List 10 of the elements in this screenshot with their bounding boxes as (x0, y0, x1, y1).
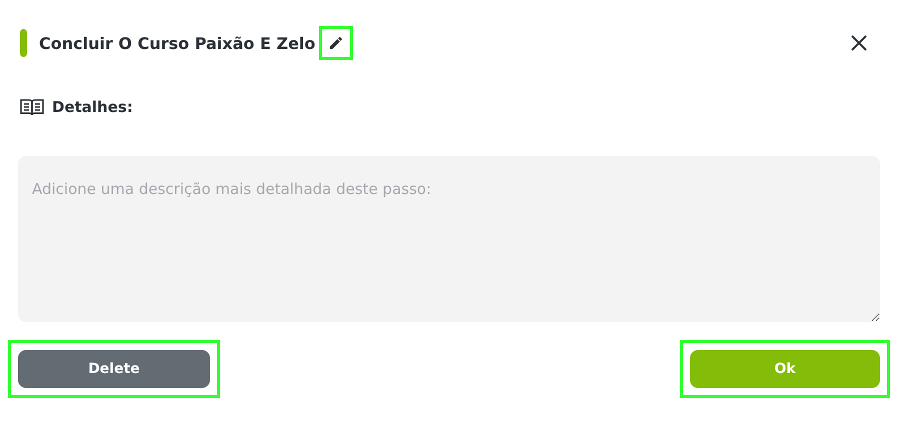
pencil-icon (328, 35, 344, 51)
delete-button[interactable]: Delete (18, 350, 210, 388)
close-icon (850, 34, 868, 52)
close-button[interactable] (850, 34, 868, 52)
details-label: Detalhes: (52, 98, 133, 116)
book-icon (20, 98, 44, 116)
description-field[interactable]: Adicione uma descrição mais detalhada deste passo: (18, 156, 880, 322)
status-bar (20, 29, 27, 57)
task-title: Concluir O Curso Paixão E Zelo (39, 34, 316, 52)
edit-button[interactable] (319, 26, 354, 60)
